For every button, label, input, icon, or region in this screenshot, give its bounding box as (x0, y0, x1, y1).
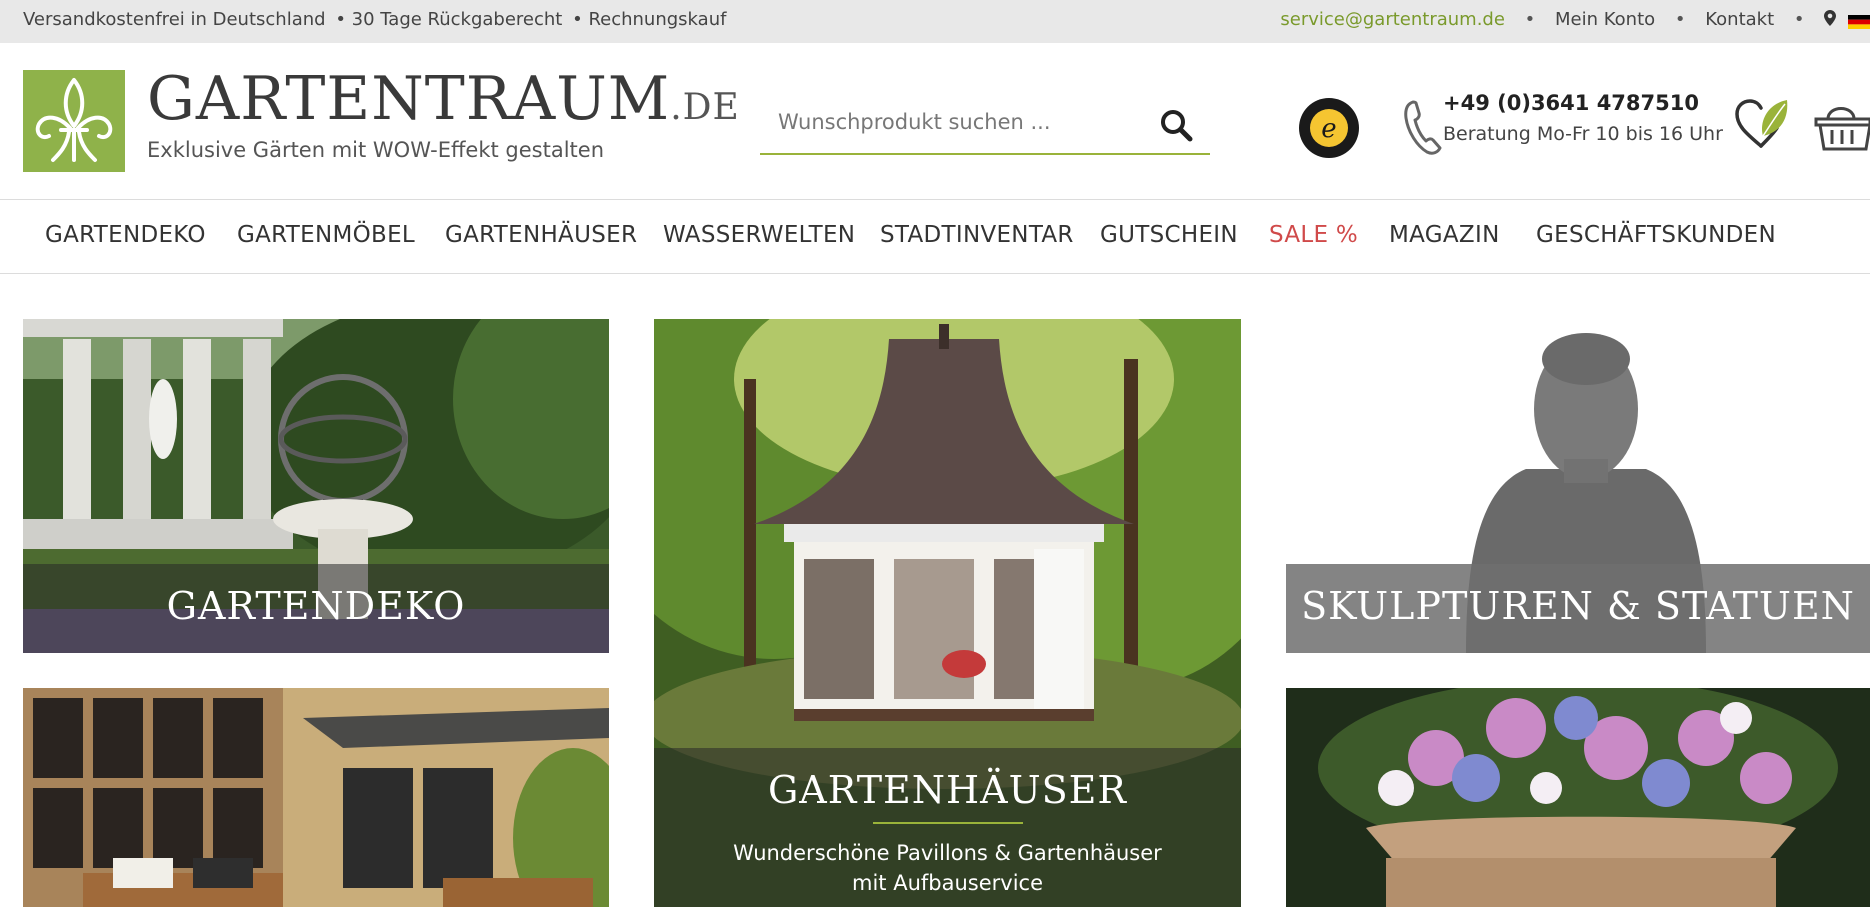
trusted-shops-badge[interactable]: e (1298, 97, 1360, 159)
top-bar: Versandkostenfrei in Deutschland • 30 Ta… (0, 0, 1870, 43)
wishlist-heart-icon (1735, 99, 1788, 148)
phone-number[interactable]: +49 (0)3641 4787510 (1443, 91, 1699, 115)
service-email-link[interactable]: service@gartentraum.de (1280, 9, 1505, 30)
location-pin-icon[interactable] (1824, 9, 1837, 31)
category-tile-gartendeko[interactable]: GARTENDEKO (23, 319, 609, 653)
nav-item-gutschein[interactable]: GUTSCHEIN (1100, 222, 1238, 248)
contact-link[interactable]: Kontakt (1705, 9, 1774, 30)
category-tile-skulpturen[interactable]: SKULPTUREN & STATUEN (1286, 319, 1870, 653)
logo-mark[interactable] (23, 70, 125, 172)
benefit-returns: • 30 Tage Rückgaberecht (335, 9, 563, 30)
gartenhaeuser-subtitle-line1: Wunderschöne Pavillons & Gartenhäuser (733, 841, 1162, 865)
nav-item-wasserwelten[interactable]: WASSERWELTEN (663, 222, 855, 248)
skulpturen-title: SKULPTUREN & STATUEN (1301, 584, 1855, 628)
wishlist-button[interactable] (1733, 96, 1791, 152)
nav-divider (0, 273, 1870, 274)
search-button[interactable] (1158, 107, 1194, 143)
skulpturen-caption: SKULPTUREN & STATUEN (1286, 564, 1870, 653)
caption-divider (872, 822, 1023, 824)
svg-text:e: e (1321, 114, 1336, 144)
trusted-shops-icon: e (1299, 98, 1359, 158)
nav-item-gartenhaeuser[interactable]: GARTENHÄUSER (445, 222, 637, 248)
search-icon (1161, 110, 1193, 142)
top-links: service@gartentraum.de • Mein Konto • Ko… (1280, 9, 1870, 31)
search-input[interactable] (778, 107, 1138, 137)
gartenhaeuser-subtitle-line2: mit Aufbauservice (852, 871, 1043, 895)
benefit-shipping: Versandkostenfrei in Deutschland (23, 9, 326, 30)
separator: • (1674, 9, 1686, 30)
category-tile-gartenhaeuser[interactable]: GARTENHÄUSER Wunderschöne Pavillons & Ga… (654, 319, 1241, 907)
gartendeko-caption: GARTENDEKO (23, 564, 609, 653)
benefit-invoice: • Rechnungskauf (572, 9, 727, 30)
gartenhaeuser-caption: GARTENHÄUSER Wunderschöne Pavillons & Ga… (654, 748, 1241, 907)
phone-icon (1403, 98, 1445, 156)
gartenhaeuser-title: GARTENHÄUSER (767, 768, 1128, 812)
nav-item-stadtinventar[interactable]: STADTINVENTAR (880, 222, 1074, 248)
cart-button[interactable] (1812, 97, 1870, 153)
separator: • (1524, 9, 1536, 30)
nav-item-geschaeftskunden[interactable]: GESCHÄFTSKUNDEN (1536, 222, 1776, 248)
brand-name[interactable]: GARTENTRAUM.DE (147, 64, 740, 134)
nav-item-gartenmoebel[interactable]: GARTENMÖBEL (237, 222, 415, 248)
benefits-list: Versandkostenfrei in Deutschland • 30 Ta… (23, 9, 730, 30)
planters-image (1286, 688, 1870, 907)
german-flag-icon[interactable] (1848, 13, 1870, 29)
brand-tld: .DE (670, 87, 740, 128)
furniture-image (23, 688, 609, 907)
fleur-de-lis-icon (35, 78, 113, 162)
category-tile-furniture[interactable] (23, 688, 609, 907)
brand-text: GARTENTRAUM (147, 64, 671, 134)
nav-item-gartendeko[interactable]: GARTENDEKO (45, 222, 206, 248)
category-tile-planters[interactable] (1286, 688, 1870, 907)
nav-item-magazin[interactable]: MAGAZIN (1389, 222, 1500, 248)
nav-item-sale[interactable]: SALE % (1269, 222, 1358, 248)
shopping-basket-icon (1814, 107, 1870, 151)
gartendeko-title: GARTENDEKO (166, 584, 466, 628)
tagline: Exklusive Gärten mit WOW-Effekt gestalte… (147, 138, 605, 162)
separator: • (1793, 9, 1805, 30)
search-bar (760, 95, 1210, 155)
my-account-link[interactable]: Mein Konto (1555, 9, 1655, 30)
phone-hours: Beratung Mo-Fr 10 bis 16 Uhr (1443, 123, 1723, 145)
main-navigation: GARTENDEKO GARTENMÖBEL GARTENHÄUSER WASS… (0, 200, 1870, 273)
